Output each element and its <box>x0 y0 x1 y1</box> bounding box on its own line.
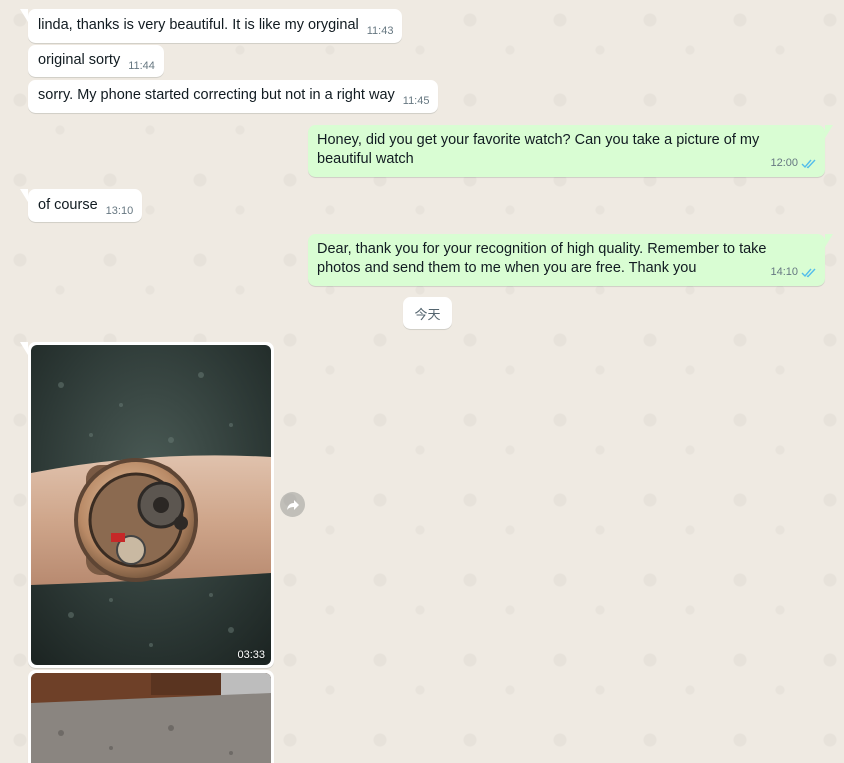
forward-icon[interactable] <box>280 492 305 517</box>
message-meta: 12:00 <box>770 154 817 173</box>
message-text: Honey, did you get your favorite watch? … <box>317 132 764 167</box>
bubble-tail <box>825 234 833 247</box>
message-time: 11:45 <box>402 95 430 107</box>
outgoing-message[interactable]: Honey, did you get your favorite watch? … <box>308 125 833 177</box>
message-text: original sorty <box>38 52 121 68</box>
message-time: 11:44 <box>128 60 155 72</box>
kitchen-counter-image <box>31 673 271 763</box>
bubble-tail <box>20 342 28 355</box>
message-time: 13:10 <box>105 205 134 217</box>
incoming-message[interactable]: original sorty 11:44 <box>28 45 164 77</box>
bubble-tail <box>20 9 28 22</box>
image-message[interactable]: 03:33 <box>20 342 274 668</box>
message-text: linda, thanks is very beautiful. It is l… <box>38 17 359 33</box>
date-divider: 今天 <box>403 297 452 329</box>
kitchen-photo[interactable] <box>31 673 271 763</box>
incoming-message[interactable]: sorry. My phone started correcting but n… <box>28 80 439 113</box>
message-text: sorry. My phone started correcting but n… <box>38 87 395 103</box>
watch-photo[interactable]: 03:33 <box>31 345 271 665</box>
outgoing-message[interactable]: Dear, thank you for your recognition of … <box>308 234 833 286</box>
watch-on-wrist-image <box>31 345 271 665</box>
incoming-message[interactable]: of course 13:10 <box>20 189 143 222</box>
incoming-message[interactable]: linda, thanks is very beautiful. It is l… <box>20 9 403 43</box>
message-meta: 14:10 <box>770 263 817 282</box>
message-time: 11:43 <box>366 25 394 37</box>
bubble-tail <box>825 125 833 138</box>
bubble-tail <box>20 189 28 202</box>
message-text: of course <box>38 197 98 213</box>
message-time: 14:10 <box>770 266 798 278</box>
read-ticks-icon <box>801 267 817 278</box>
message-time: 12:00 <box>770 157 798 169</box>
photo-time: 03:33 <box>237 649 265 661</box>
image-message[interactable] <box>28 670 274 763</box>
message-text: Dear, thank you for your recognition of … <box>317 241 771 276</box>
read-ticks-icon <box>801 158 817 169</box>
